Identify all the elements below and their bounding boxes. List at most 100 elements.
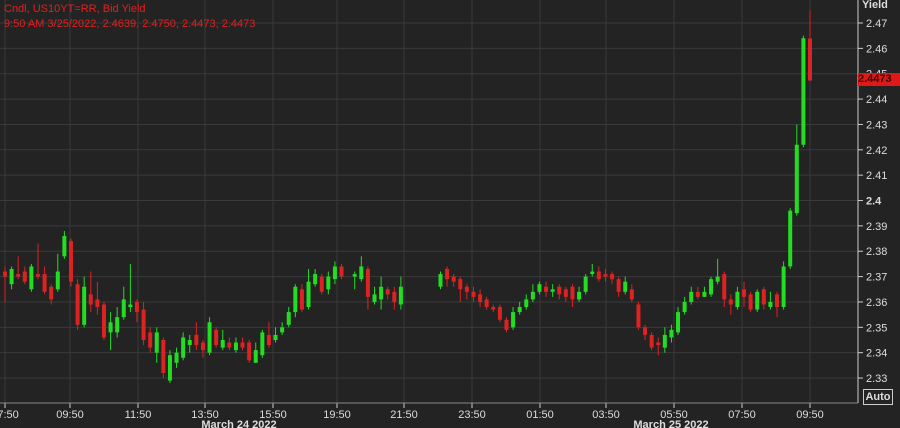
candlestick-chart[interactable]: 2.472.462.452.442.432.422.412.42.392.382… [0,0,900,428]
x-tick-label: 01:50 [526,409,554,421]
candle-body [55,271,60,290]
candle-body [332,266,337,280]
candle-body [702,291,707,297]
x-tick-label: 09:50 [796,409,824,421]
candle-body [365,268,370,297]
y-tick-label: 2.41 [866,170,887,182]
y-axis-title: Yield [862,0,888,11]
candle-body [497,307,502,320]
candle-body [247,342,252,361]
candle-body [280,327,285,333]
candle-body [748,294,753,310]
candle-body [682,301,687,313]
candle-body [458,279,463,290]
candle-body [35,274,40,277]
candle-body [253,350,258,363]
y-tick-label: 2.46 [866,43,887,55]
candle-body [379,286,384,300]
candle-body [649,334,654,348]
candle-body [313,274,318,285]
y-tick-label: 2.37 [866,272,887,284]
candle-body [676,312,681,333]
candle-body [359,266,364,280]
candle-body [115,317,120,333]
legend-ohlc: 9:50 AM 3/25/2022, 2.4639, 2.4750, 2.447… [4,18,256,30]
candle-body [398,286,403,305]
candle-body [29,266,34,290]
candle-body [352,274,357,277]
candle-body [266,334,271,346]
candle-body [801,38,806,145]
x-tick-label: 07:50 [0,409,19,421]
candle-body [478,294,483,302]
candle-body [42,274,47,292]
candle-body [121,299,126,318]
candle-body [524,299,529,308]
candle-body [49,286,54,300]
candle-body [755,291,760,310]
candle-body [95,299,100,308]
y-tick-label: 2.47 [866,18,887,30]
candle-body [610,274,615,280]
candle-body [214,329,219,346]
x-tick-label: 03:50 [592,409,620,421]
candle-body [656,342,661,346]
y-tick-label: 2.34 [866,348,887,360]
candle-body [299,289,304,310]
candle-body [471,291,476,297]
candle-body [788,210,793,267]
candle-body [643,327,648,335]
candle-body [616,279,621,292]
candle-body [16,274,21,277]
candle-body [794,144,799,214]
candle-body [306,281,311,308]
candle-body [629,289,634,300]
y-tick-label: 2.4 [866,196,882,208]
y-tick-label: 2.38 [866,246,887,258]
x-date-label: March 24 2022 [201,419,276,428]
candle-body [570,286,575,300]
candle-body [603,274,608,277]
candle-body [82,286,87,325]
candle-body [273,334,278,340]
candle-body [227,342,232,348]
candle-body [445,268,450,280]
x-tick-label: 23:50 [458,409,486,421]
candle-body [808,38,812,81]
y-tick-label: 2.36 [866,297,887,309]
y-tick-label: 2.39 [866,221,887,233]
legend-title: Cndl, US10YT=RR, Bid Yield [4,3,146,15]
x-tick-label: 19:50 [323,409,351,421]
candle-body [557,286,562,295]
candle-body [286,312,291,325]
candle-body [550,289,555,292]
y-tick-label: 2.43 [866,119,887,131]
candle-body [511,312,516,328]
y-tick-label: 2.33 [866,373,887,385]
candle-body [88,294,93,305]
candle-body [722,274,727,300]
candle-body [220,340,225,348]
candle-body [669,329,674,338]
candle-body [68,241,73,282]
candle-body [577,291,582,300]
candle-body [689,291,694,302]
candle-body [319,276,324,292]
x-tick-label: 09:50 [56,409,84,421]
candle-body [293,286,298,313]
x-date-label: March 25 2022 [633,419,708,428]
candle-body [200,342,205,351]
x-tick-label: 07:50 [728,409,756,421]
candle-body [181,337,186,358]
candle-body [781,266,786,308]
candle-body [75,284,80,325]
candle-body [537,284,542,292]
candle-body [761,289,766,305]
auto-scale-button[interactable]: Auto [863,389,893,405]
candle-body [715,276,720,282]
candle-body [451,276,456,282]
candle-body [161,340,166,373]
candle-body [775,294,780,308]
candle-body [662,334,667,348]
candle-body [596,271,601,280]
